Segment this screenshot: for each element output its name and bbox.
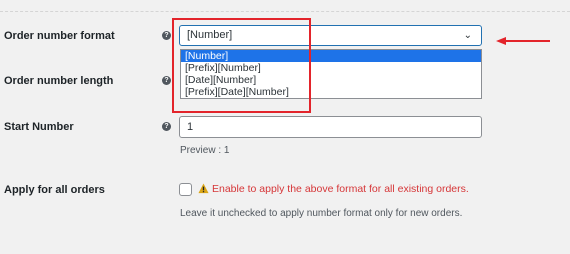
highlight-box xyxy=(172,18,311,113)
help-icon[interactable]: ? xyxy=(162,76,171,85)
order-number-length-label: Order number length xyxy=(4,75,114,87)
help-icon[interactable]: ? xyxy=(162,31,171,40)
arrow-left-icon xyxy=(496,37,550,45)
start-number-input[interactable]: 1 xyxy=(179,116,482,138)
apply-all-orders-label: Apply for all orders xyxy=(4,184,105,196)
section-divider xyxy=(0,11,570,12)
help-icon[interactable]: ? xyxy=(162,122,171,131)
warning-triangle-icon xyxy=(198,183,209,194)
order-number-format-label: Order number format xyxy=(4,30,115,42)
start-number-preview: Preview : 1 xyxy=(180,145,230,156)
warning-text: Enable to apply the above format for all… xyxy=(212,183,469,195)
apply-all-orders-checkbox[interactable] xyxy=(179,183,192,196)
apply-all-orders-description: Leave it unchecked to apply number forma… xyxy=(180,208,463,219)
chevron-down-icon: ⌄ xyxy=(463,30,472,41)
start-number-label: Start Number xyxy=(4,121,74,133)
